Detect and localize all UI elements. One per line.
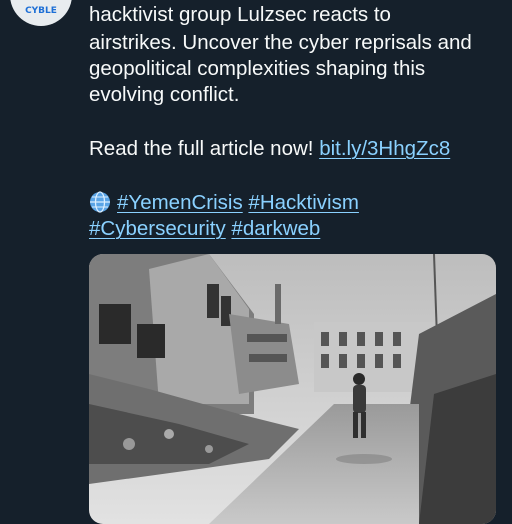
read-more-label: Read the full article now! <box>89 137 320 160</box>
hashtag-hacktivism[interactable]: #Hacktivism <box>248 191 359 214</box>
read-more-line: Read the full article now! bit.ly/3HhgZc… <box>89 136 450 162</box>
article-link[interactable]: bit.ly/3HhgZc8 <box>319 137 450 160</box>
tweet-media-image[interactable] <box>89 254 496 524</box>
globe-icon <box>89 191 111 213</box>
avatar-logo-text: CYBLE <box>25 6 57 16</box>
photo-of-destroyed-buildings-icon <box>89 254 496 524</box>
avatar[interactable]: CYBLE <box>10 0 72 26</box>
hashtag-darkweb[interactable]: #darkweb <box>231 217 320 240</box>
hashtag-line: #YemenCrisis #Hacktivism #Cybersecurity … <box>89 190 499 242</box>
tweet-paragraph: airstrikes. Uncover the cyber reprisals … <box>89 31 472 106</box>
tweet-line-1: hacktivist group Lulzsec reacts to <box>89 3 391 26</box>
hashtag-cybersecurity[interactable]: #Cybersecurity <box>89 217 226 240</box>
hashtag-yemencrisis[interactable]: #YemenCrisis <box>117 191 243 214</box>
